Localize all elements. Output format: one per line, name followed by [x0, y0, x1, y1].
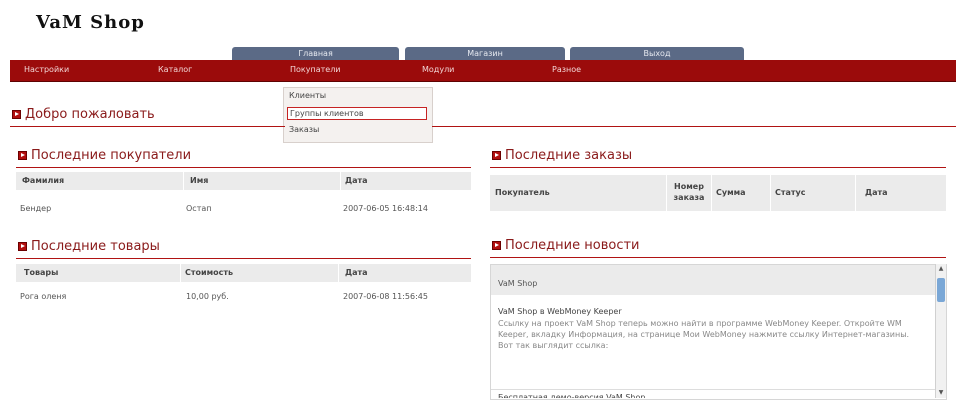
section-bullet-icon: [18, 242, 27, 251]
column-header[interactable]: Стоимость: [185, 264, 233, 282]
table-cell: 2007-06-08 11:56:45: [343, 292, 428, 301]
column-separator: [666, 175, 667, 211]
table-cell: 10,00 руб.: [186, 292, 229, 301]
divider: [490, 167, 946, 168]
section-bullet-icon: [12, 110, 21, 119]
divider: [10, 126, 285, 127]
column-header[interactable]: Покупатель: [495, 184, 550, 202]
tab-logout[interactable]: Выход: [570, 47, 744, 60]
divider: [490, 257, 946, 258]
main-menu-bar: [10, 60, 956, 82]
tab-home[interactable]: Главная: [232, 47, 399, 60]
column-header[interactable]: Дата: [345, 172, 368, 190]
news-panel[interactable]: VaM Shop VaM Shop в WebMoney Keeper Ссыл…: [490, 264, 947, 400]
column-header[interactable]: Фамилия: [22, 172, 64, 190]
news-item-text: Ссылку на проект VaM Shop теперь можно н…: [498, 319, 910, 350]
dropdown-item-client-groups[interactable]: Группы клиентов: [287, 107, 427, 120]
scroll-down-icon[interactable]: ▼: [936, 389, 946, 396]
divider: [491, 389, 935, 390]
table-cell[interactable]: Рога оленя: [20, 291, 66, 302]
divider: [432, 126, 956, 127]
column-header[interactable]: Имя: [190, 172, 208, 190]
column-header[interactable]: Сумма: [716, 184, 746, 202]
column-header[interactable]: Номер заказа: [669, 181, 709, 203]
customers-title: Последние покупатели: [31, 148, 192, 163]
scrollbar-thumb[interactable]: [937, 278, 945, 302]
section-bullet-icon: [492, 241, 501, 250]
menu-customers[interactable]: Покупатели: [290, 65, 341, 75]
news-scrollbar[interactable]: ▲ ▼: [935, 264, 946, 398]
column-separator: [340, 172, 341, 190]
section-bullet-icon: [18, 151, 27, 160]
menu-catalog[interactable]: Каталог: [158, 65, 192, 75]
news-item-title[interactable]: VaM Shop в WebMoney Keeper: [498, 306, 622, 317]
menu-misc[interactable]: Разное: [552, 65, 581, 75]
products-title: Последние товары: [31, 239, 160, 254]
dropdown-item-orders[interactable]: Заказы: [289, 125, 319, 135]
customers-table-header: [16, 172, 471, 190]
column-separator: [855, 175, 856, 211]
column-header[interactable]: Статус: [775, 184, 806, 202]
news-header-label: VaM Shop: [498, 279, 538, 288]
column-header[interactable]: Дата: [345, 264, 368, 282]
column-separator: [180, 264, 181, 282]
table-cell: Остап: [186, 204, 212, 213]
column-separator: [711, 175, 712, 211]
table-cell[interactable]: Бендер: [20, 203, 51, 214]
scroll-up-icon[interactable]: ▲: [936, 265, 946, 272]
column-header[interactable]: Дата: [865, 184, 888, 202]
customers-dropdown: Клиенты Группы клиентов Заказы: [283, 87, 433, 143]
news-title: Последние новости: [505, 238, 640, 253]
column-separator: [770, 175, 771, 211]
divider: [16, 258, 471, 259]
dropdown-item-clients[interactable]: Клиенты: [289, 91, 326, 101]
welcome-title: Добро пожаловать: [25, 107, 155, 122]
column-header[interactable]: Товары: [24, 264, 58, 282]
tab-shop[interactable]: Магазин: [405, 47, 565, 60]
column-separator: [183, 172, 184, 190]
news-item-title[interactable]: Бесплатная демо-версия VaM Shop: [498, 392, 645, 398]
news-header: [491, 265, 935, 295]
orders-title: Последние заказы: [505, 148, 633, 163]
products-table-header: [16, 264, 471, 282]
table-cell: 2007-06-05 16:48:14: [343, 204, 428, 213]
logo: VaM Shop: [36, 12, 145, 33]
menu-settings[interactable]: Настройки: [24, 65, 69, 75]
column-separator: [338, 264, 339, 282]
menu-modules[interactable]: Модули: [422, 65, 454, 75]
divider: [16, 167, 471, 168]
section-bullet-icon: [492, 151, 501, 160]
